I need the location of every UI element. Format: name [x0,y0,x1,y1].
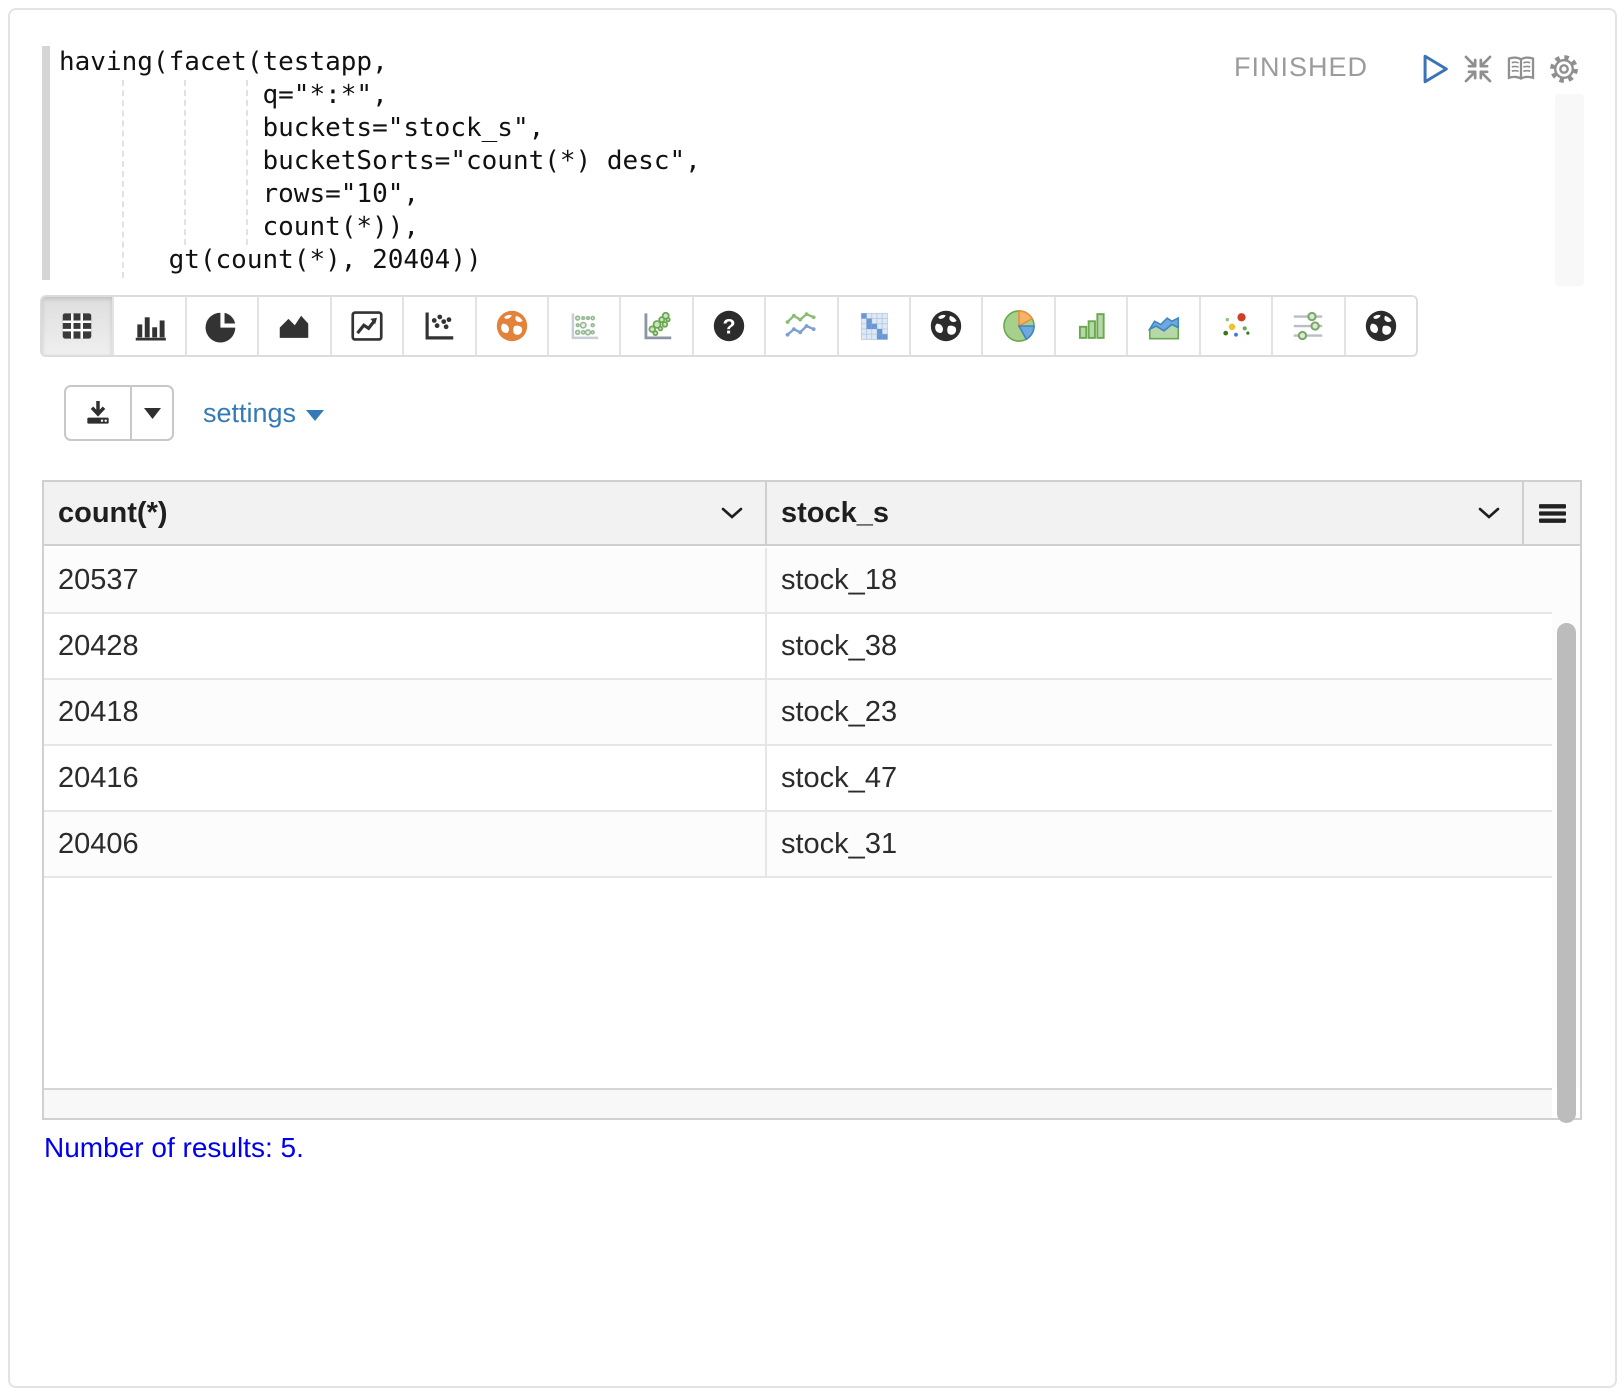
download-icon [82,397,114,429]
tab-bar-chart-color[interactable] [1056,297,1128,355]
visualization-toolbar: ? [40,295,1418,357]
pie-color-icon [1000,307,1038,345]
scatter-chart-icon [420,307,458,345]
grid-scrollbar-track[interactable] [1552,548,1580,1088]
cell-count: 20406 [44,812,767,876]
area-chart-icon [275,307,313,345]
tab-map-globe-dark[interactable] [911,297,983,355]
globe-dark-icon [927,307,965,345]
editor-gutter [42,46,50,280]
tab-map-globe-dark-2[interactable] [1346,297,1416,355]
status-badge: FINISHED [1234,52,1368,83]
code-text[interactable]: having(facet(testapp, q="*:*", buckets="… [59,46,701,277]
globe-dark-icon [1362,307,1400,345]
run-button[interactable] [1418,52,1452,86]
table-row: 20416 stock_47 [44,746,1552,812]
tab-bar-chart[interactable] [114,297,186,355]
download-button[interactable] [66,387,132,439]
column-header-label: count(*) [58,497,168,530]
bubble-matrix-icon [565,307,603,345]
tab-map-globe-orange[interactable] [477,297,549,355]
grid-footer [44,1088,1552,1118]
grid-header-row: count(*) stock_s [44,482,1580,546]
hamburger-icon [1539,504,1566,523]
tab-table[interactable] [42,297,114,355]
tab-area-chart-color[interactable] [1128,297,1200,355]
sliders-icon [1289,307,1327,345]
grid-menu-button[interactable] [1524,482,1580,544]
tab-bubble-scatter[interactable] [621,297,693,355]
tab-heatmap[interactable] [839,297,911,355]
paragraph-settings-button[interactable] [1547,52,1581,86]
tab-parallel-sliders[interactable] [1273,297,1345,355]
line-chart-icon [348,307,386,345]
collapse-button[interactable] [1461,52,1495,86]
cell-stock: stock_31 [767,812,1552,876]
caret-down-icon [144,408,161,419]
tab-scatter-color[interactable] [1201,297,1273,355]
tab-area-chart[interactable] [259,297,331,355]
column-header-label: stock_s [781,497,889,530]
paragraph-container: having(facet(testapp, q="*:*", buckets="… [8,8,1617,1388]
bar-color-icon [1072,307,1110,345]
gear-icon [1547,52,1581,86]
results-grid: count(*) stock_s 20537 [42,480,1582,1120]
multi-line-chart-icon [782,307,820,345]
indent-guide [246,80,248,245]
svg-text:?: ? [722,314,735,338]
table-row: 20428 stock_38 [44,614,1552,680]
editor-scrollbar[interactable] [1555,94,1584,286]
indent-guide [122,80,124,278]
globe-orange-icon [493,307,531,345]
cell-count: 20428 [44,614,767,678]
collapse-icon [1461,52,1495,86]
tab-multi-line-chart[interactable] [766,297,838,355]
download-button-group [64,385,174,441]
tab-pie-chart[interactable] [187,297,259,355]
grid-body: 20537 stock_18 20428 stock_38 20418 stoc… [44,548,1552,878]
help-icon: ? [710,307,748,345]
table-row: 20418 stock_23 [44,680,1552,746]
cell-stock: stock_23 [767,680,1552,744]
chevron-down-icon[interactable] [1478,507,1500,519]
cell-stock: stock_18 [767,548,1552,612]
cell-count: 20416 [44,746,767,810]
tab-help[interactable]: ? [694,297,766,355]
cell-count: 20418 [44,680,767,744]
indent-guide [184,80,186,245]
pie-chart-icon [203,307,241,345]
column-header-stock[interactable]: stock_s [767,482,1524,544]
tab-bubble-matrix[interactable] [549,297,621,355]
cell-stock: stock_38 [767,614,1552,678]
table-row: 20406 stock_31 [44,812,1552,878]
table-row: 20537 stock_18 [44,548,1552,614]
bar-chart-icon [131,307,169,345]
code-editor[interactable]: having(facet(testapp, q="*:*", buckets="… [10,10,1614,288]
download-options-button[interactable] [132,387,172,439]
results-count-text: Number of results: 5. [44,1132,304,1164]
book-icon [1504,52,1538,86]
cell-stock: stock_47 [767,746,1552,810]
settings-label: settings [203,398,296,429]
heatmap-icon [855,307,893,345]
grid-scrollbar-thumb[interactable] [1557,623,1576,1123]
area-color-icon [1145,307,1183,345]
tab-scatter-chart[interactable] [404,297,476,355]
table-icon [58,307,96,345]
tab-pie-chart-color[interactable] [983,297,1055,355]
scatter-color-icon [1217,307,1255,345]
cell-count: 20537 [44,548,767,612]
chevron-down-icon[interactable] [721,507,743,519]
settings-toggle[interactable]: settings [203,393,324,433]
column-header-count[interactable]: count(*) [44,482,767,544]
show-editor-button[interactable] [1504,52,1538,86]
bubble-scatter-icon [638,307,676,345]
caret-down-icon [306,410,324,421]
tab-line-chart[interactable] [332,297,404,355]
play-icon [1418,52,1452,86]
